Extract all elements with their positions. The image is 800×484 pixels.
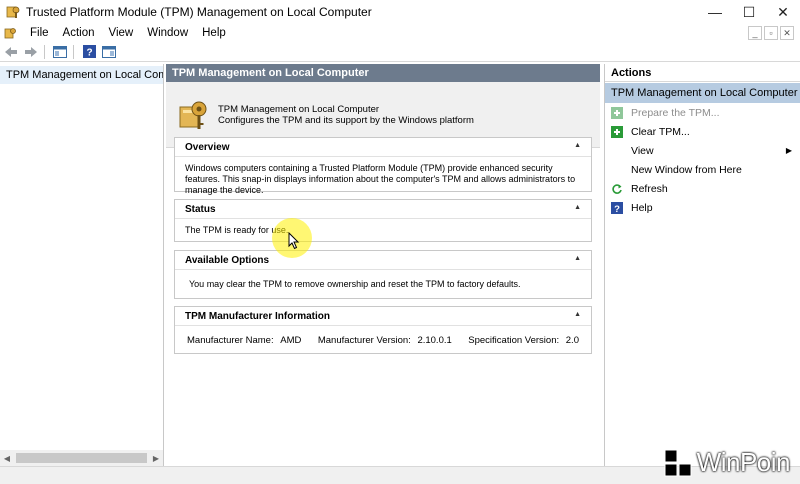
action-pane-icon bbox=[102, 45, 116, 58]
manufacturer-title: TPM Manufacturer Information bbox=[185, 310, 331, 322]
menu-view[interactable]: View bbox=[103, 27, 142, 39]
available-options-text: You may clear the TPM to remove ownershi… bbox=[189, 279, 521, 289]
intro-title: TPM Management on Local Computer bbox=[218, 103, 380, 115]
winpoin-logo-icon bbox=[664, 449, 692, 476]
manufacturer-header[interactable]: TPM Manufacturer Information ▲ bbox=[175, 307, 591, 326]
overview-section: Overview ▲ Windows computers containing … bbox=[174, 137, 592, 195]
manufacturer-section: TPM Manufacturer Information ▲ Manufactu… bbox=[174, 306, 592, 354]
status-header[interactable]: Status ▲ bbox=[175, 200, 591, 219]
scroll-left-icon[interactable]: ◀ bbox=[0, 450, 14, 466]
menu-file[interactable]: File bbox=[24, 27, 57, 39]
manufacturer-version-label: Manufacturer Version: bbox=[317, 335, 411, 346]
window-title: Trusted Platform Module (TPM) Management… bbox=[26, 5, 372, 19]
available-options-title: Available Options bbox=[185, 254, 270, 266]
menu-bar: File Action View Window Help _ ▫ ✕ bbox=[0, 24, 800, 42]
help-icon: ? bbox=[611, 201, 623, 214]
svg-text:?: ? bbox=[614, 204, 620, 214]
available-options-header[interactable]: Available Options ▲ bbox=[175, 251, 591, 270]
console-tree: TPM Management on Local Comp ◀ ▶ bbox=[0, 64, 164, 466]
menu-help[interactable]: Help bbox=[196, 27, 234, 39]
status-text: The TPM is ready for use. bbox=[185, 225, 289, 235]
scroll-thumb[interactable] bbox=[16, 453, 147, 463]
action-label: Help bbox=[631, 201, 653, 214]
actions-group-label: TPM Management on Local Computer bbox=[611, 87, 798, 99]
menu-action[interactable]: Action bbox=[57, 27, 103, 39]
maximize-button[interactable]: ☐ bbox=[732, 0, 766, 24]
action-new-window[interactable]: New Window from Here bbox=[605, 160, 800, 179]
intro-description: Configures the TPM and its support by th… bbox=[218, 114, 474, 126]
action-view[interactable]: View ▶ bbox=[605, 141, 800, 160]
svg-text:?: ? bbox=[86, 48, 92, 59]
result-pane-header: TPM Management on Local Computer bbox=[166, 64, 600, 82]
tree-item-tpm-management[interactable]: TPM Management on Local Comp bbox=[0, 66, 163, 84]
action-label: New Window from Here bbox=[631, 163, 742, 176]
forward-button[interactable] bbox=[22, 43, 40, 61]
result-pane: TPM Management on Local Computer TPM Man… bbox=[166, 64, 600, 466]
overview-title: Overview bbox=[185, 141, 230, 153]
green-action-icon bbox=[611, 106, 623, 119]
watermark: WinPoin bbox=[663, 447, 791, 478]
action-prepare-tpm[interactable]: Prepare the TPM... bbox=[605, 103, 800, 122]
actions-pane: Actions TPM Management on Local Computer… bbox=[604, 64, 800, 466]
toolbar-separator bbox=[44, 44, 45, 59]
collapse-icon[interactable]: ▲ bbox=[574, 255, 581, 262]
forward-arrow-icon bbox=[25, 46, 37, 57]
specification-version: Specification Version: 2.0 bbox=[468, 335, 579, 346]
back-button[interactable] bbox=[2, 43, 20, 61]
tree-horizontal-scrollbar[interactable]: ◀ ▶ bbox=[0, 450, 163, 466]
collapse-icon[interactable]: ▲ bbox=[574, 142, 581, 149]
manufacturer-version: Manufacturer Version: 2.10.0.1 bbox=[318, 335, 452, 346]
manufacturer-version-value: 2.10.0.1 bbox=[417, 335, 452, 346]
status-title: Status bbox=[185, 203, 216, 215]
collapse-icon[interactable]: ▲ bbox=[574, 204, 581, 211]
close-button[interactable]: ✕ bbox=[766, 0, 800, 24]
show-hide-action-pane-button[interactable] bbox=[100, 43, 118, 61]
status-section: Status ▲ The TPM is ready for use. bbox=[174, 199, 592, 242]
show-hide-tree-button[interactable] bbox=[51, 43, 69, 61]
title-bar: Trusted Platform Module (TPM) Management… bbox=[0, 0, 800, 24]
action-label: View bbox=[631, 144, 654, 157]
action-label: Clear TPM... bbox=[631, 125, 690, 138]
action-clear-tpm[interactable]: Clear TPM... bbox=[605, 122, 800, 141]
green-action-icon bbox=[611, 125, 623, 138]
overview-header[interactable]: Overview ▲ bbox=[175, 138, 591, 157]
minimize-button[interactable]: — bbox=[698, 0, 732, 24]
help-icon: ? bbox=[82, 45, 96, 59]
console-tree-icon bbox=[53, 45, 67, 58]
mouse-cursor-icon bbox=[288, 232, 300, 250]
menu-window[interactable]: Window bbox=[141, 27, 196, 39]
mdi-minimize-button[interactable]: _ bbox=[748, 26, 762, 40]
available-options-section: Available Options ▲ You may clear the TP… bbox=[174, 250, 592, 299]
manufacturer-name: Manufacturer Name: AMD bbox=[187, 335, 301, 346]
manufacturer-name-label: Manufacturer Name: bbox=[187, 335, 274, 346]
manufacturer-info-row: Manufacturer Name: AMD Manufacturer Vers… bbox=[175, 326, 591, 355]
tpm-large-icon bbox=[179, 101, 207, 129]
actions-group-header[interactable]: TPM Management on Local Computer bbox=[605, 83, 800, 103]
submenu-arrow-icon: ▶ bbox=[785, 146, 792, 155]
tree-item-label: TPM Management on Local Comp bbox=[6, 69, 163, 81]
back-arrow-icon bbox=[5, 46, 17, 57]
action-help[interactable]: ? Help bbox=[605, 198, 800, 217]
mdi-close-button[interactable]: ✕ bbox=[780, 26, 794, 40]
action-label: Refresh bbox=[631, 182, 668, 195]
manufacturer-name-value: AMD bbox=[280, 335, 302, 346]
tpm-app-icon bbox=[6, 6, 20, 18]
watermark-text: WinPoin bbox=[696, 447, 791, 477]
collapse-icon[interactable]: ▲ bbox=[574, 311, 581, 318]
refresh-icon bbox=[611, 183, 623, 195]
action-refresh[interactable]: Refresh bbox=[605, 179, 800, 198]
mmc-icon[interactable] bbox=[4, 26, 18, 40]
actions-header: Actions bbox=[605, 64, 800, 82]
specification-version-label: Specification Version: bbox=[468, 335, 560, 346]
toolbar-separator bbox=[73, 44, 74, 59]
result-pane-title: TPM Management on Local Computer bbox=[172, 67, 369, 79]
toolbar: ? bbox=[0, 42, 800, 62]
mdi-restore-button[interactable]: ▫ bbox=[764, 26, 778, 40]
specification-version-value: 2.0 bbox=[565, 335, 579, 346]
scroll-right-icon[interactable]: ▶ bbox=[149, 450, 163, 466]
action-label: Prepare the TPM... bbox=[631, 106, 720, 119]
help-toolbar-button[interactable]: ? bbox=[80, 43, 98, 61]
overview-text: Windows computers containing a Trusted P… bbox=[185, 163, 576, 195]
